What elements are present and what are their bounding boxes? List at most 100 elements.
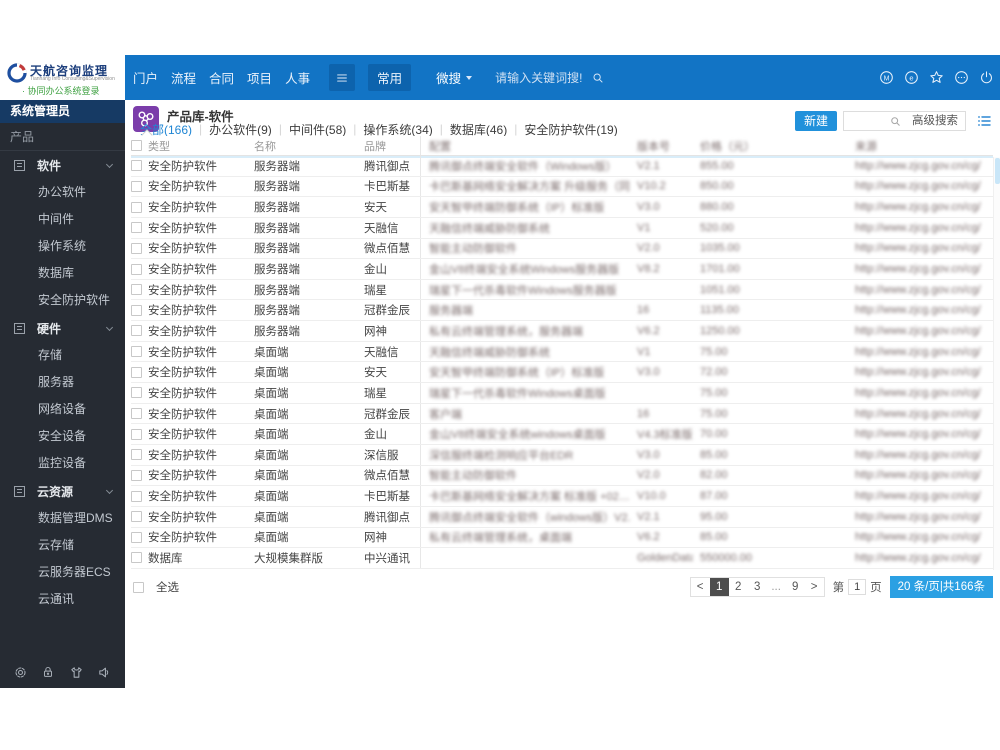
row-checkbox[interactable]: [131, 304, 142, 316]
oa-login-link[interactable]: · 协同办公系统登录: [22, 84, 100, 97]
row-checkbox[interactable]: [131, 284, 142, 296]
more-icon[interactable]: [954, 70, 969, 85]
row-checkbox[interactable]: [131, 387, 142, 399]
sidebar-item[interactable]: 数据库: [0, 260, 125, 287]
table-row[interactable]: 安全防护软件 桌面端 微点佰慧 智能主动防御软件 V2.0 82.00 http://www…: [131, 465, 993, 487]
sidebar-item[interactable]: 服务器: [0, 369, 125, 396]
sidebar-item[interactable]: 存储: [0, 342, 125, 369]
table-row[interactable]: 安全防护软件 服务器端 微点佰慧 智能主动防御软件 V2.0 1035.00 http://…: [131, 238, 993, 260]
tab-category[interactable]: 数据库(46): [450, 121, 507, 138]
row-checkbox[interactable]: [131, 242, 142, 254]
new-button[interactable]: 新建: [794, 111, 837, 131]
prev-page-button[interactable]: <: [691, 578, 710, 596]
page-jump-input[interactable]: [848, 579, 867, 595]
page-button[interactable]: 1: [709, 578, 729, 596]
sidebar-item[interactable]: 监控设备: [0, 450, 125, 477]
nav-item[interactable]: 合同: [209, 68, 234, 87]
table-row[interactable]: 安全防护软件 桌面端 天融信 天融信终端威胁防御系统 V1 75.00 http://www…: [131, 341, 993, 363]
sidebar-section-product[interactable]: 产品: [0, 123, 125, 151]
sidebar-group-header[interactable]: 软件: [0, 151, 125, 179]
table-row[interactable]: 安全防护软件 服务器端 安天 安天智甲终端防御系统（IP）标准版 V3.0 880.00 h…: [131, 197, 993, 218]
page-button[interactable]: 3: [748, 578, 767, 596]
wesearch-dropdown[interactable]: 微搜: [436, 68, 473, 87]
tab-category[interactable]: 中间件(58): [289, 121, 346, 138]
sidebar-item[interactable]: 操作系统: [0, 233, 125, 260]
e-badge-icon[interactable]: e: [904, 70, 919, 85]
apps-menu-button[interactable]: [329, 64, 356, 91]
advanced-search-button[interactable]: 高级搜索: [905, 112, 965, 130]
table-row[interactable]: 安全防护软件 桌面端 网神 私有云终端管理系统，桌面端 V6.2 85.00 http://…: [131, 527, 993, 549]
row-checkbox[interactable]: [131, 408, 142, 419]
gear-icon[interactable]: [13, 665, 28, 680]
tab-category[interactable]: 办公软件(9): [209, 121, 272, 138]
sidebar-group-header[interactable]: 云资源: [0, 477, 125, 505]
search-icon[interactable]: [889, 115, 902, 128]
page-button[interactable]: 9: [786, 578, 805, 596]
table-row[interactable]: 安全防护软件 桌面端 卡巴斯基 卡巴斯基网络安全解决方案 标准版 +02… V10.0 8…: [131, 486, 993, 507]
sidebar-item[interactable]: 云通讯: [0, 586, 125, 613]
row-checkbox[interactable]: [131, 346, 142, 358]
header-checkbox[interactable]: [131, 140, 142, 151]
sidebar-item[interactable]: 安全设备: [0, 423, 125, 450]
global-search-input[interactable]: [495, 70, 592, 85]
row-checkbox[interactable]: [131, 531, 142, 543]
nav-item[interactable]: 门户: [133, 68, 158, 87]
table-row[interactable]: 安全防护软件 桌面端 冠群金辰 客户端 16 75.00 http://www.zjcg.g…: [131, 403, 993, 425]
row-checkbox[interactable]: [131, 449, 142, 461]
row-checkbox[interactable]: [131, 201, 142, 213]
row-checkbox[interactable]: [131, 325, 142, 337]
search-icon[interactable]: [591, 71, 605, 85]
star-icon[interactable]: [929, 70, 944, 85]
shirt-icon[interactable]: [69, 665, 84, 680]
table-row[interactable]: 安全防护软件 服务器端 天融信 天融信终端威胁防御系统 V1 520.00 http://w…: [131, 217, 993, 239]
table-row[interactable]: 安全防护软件 桌面端 安天 安天智甲终端防御系统（IP）标准版 V3.0 72.00 htt…: [131, 362, 993, 384]
scrollbar-thumb[interactable]: [994, 158, 1000, 184]
table-row[interactable]: 安全防护软件 服务器端 腾讯御点 腾讯御点终端安全软件（Windows版） V2.1 85…: [131, 156, 993, 177]
list-view-icon[interactable]: [976, 113, 992, 129]
table-row[interactable]: 安全防护软件 服务器端 网神 私有云终端管理系统，服务器端 V6.2 1250.00 htt…: [131, 321, 993, 342]
row-checkbox[interactable]: [131, 511, 142, 523]
power-icon[interactable]: [979, 70, 994, 85]
page-size-button[interactable]: 20 条/页|共166条: [889, 576, 993, 598]
table-row[interactable]: 安全防护软件 服务器端 金山 金山V8终端安全系统Windows服务器版 V8.2 170…: [131, 259, 993, 280]
table-row[interactable]: 数据库 大规模集群版 中兴通讯 GoldenData s… 550000.00 http:…: [131, 548, 993, 569]
table-scrollbar[interactable]: [993, 157, 1000, 570]
nav-item[interactable]: 流程: [171, 68, 196, 87]
row-checkbox[interactable]: [131, 552, 142, 564]
select-all-checkbox[interactable]: [133, 581, 144, 593]
quick-menu-button[interactable]: 常用: [368, 64, 412, 91]
next-page-button[interactable]: >: [805, 578, 824, 596]
table-row[interactable]: 安全防护软件 桌面端 瑞星 瑞星下一代杀毒软件Windows桌面版 75.00 http:…: [131, 383, 993, 404]
sidebar-item[interactable]: 云存储: [0, 532, 125, 559]
table-row[interactable]: 安全防护软件 服务器端 冠群金辰 服务器端 16 1135.00 http://www.zj…: [131, 300, 993, 322]
table-row[interactable]: 安全防护软件 桌面端 腾讯御点 腾讯御点终端安全软件（windows版）V2.1 V2.…: [131, 506, 993, 528]
row-checkbox[interactable]: [131, 469, 142, 481]
sidebar-group-header[interactable]: 硬件: [0, 314, 125, 342]
table-row[interactable]: 安全防护软件 服务器端 卡巴斯基 卡巴斯基网络安全解决方案 升级服务（同… V10.2 8…: [131, 176, 993, 198]
sidebar-item[interactable]: 云服务器ECS: [0, 559, 125, 586]
sidebar-item[interactable]: 安全防护软件: [0, 287, 125, 314]
table-search-input[interactable]: [844, 113, 886, 129]
nav-item[interactable]: 人事: [285, 68, 310, 87]
sidebar-item[interactable]: 中间件: [0, 206, 125, 233]
tab-category[interactable]: 安全防护软件(19): [524, 121, 617, 138]
row-checkbox[interactable]: [131, 366, 142, 378]
speaker-icon[interactable]: [97, 665, 112, 680]
row-checkbox[interactable]: [131, 222, 142, 234]
page-button[interactable]: 2: [729, 578, 748, 596]
row-checkbox[interactable]: [131, 263, 142, 275]
nav-item[interactable]: 项目: [247, 68, 272, 87]
table-row[interactable]: 安全防护软件 服务器端 瑞星 瑞星下一代杀毒软件Windows服务器版 1051.00 h…: [131, 279, 993, 301]
table-row[interactable]: 安全防护软件 桌面端 金山 金山V8终端安全系统windows桌面版 V4.3标准版 70…: [131, 424, 993, 445]
row-checkbox[interactable]: [131, 160, 142, 172]
sidebar-item[interactable]: 办公软件: [0, 179, 125, 206]
tab-category[interactable]: 操作系统(34): [363, 121, 432, 138]
sidebar-item[interactable]: 数据管理DMS: [0, 505, 125, 532]
m-badge-icon[interactable]: M: [879, 70, 894, 85]
sidebar-item[interactable]: 网络设备: [0, 396, 125, 423]
row-checkbox[interactable]: [131, 428, 142, 440]
lock-icon[interactable]: [41, 665, 55, 679]
table-row[interactable]: 安全防护软件 桌面端 深信服 深信服终端检测响应平台EDR V3.0 85.00 http:…: [131, 444, 993, 466]
row-checkbox[interactable]: [131, 180, 142, 192]
row-checkbox[interactable]: [131, 490, 142, 502]
